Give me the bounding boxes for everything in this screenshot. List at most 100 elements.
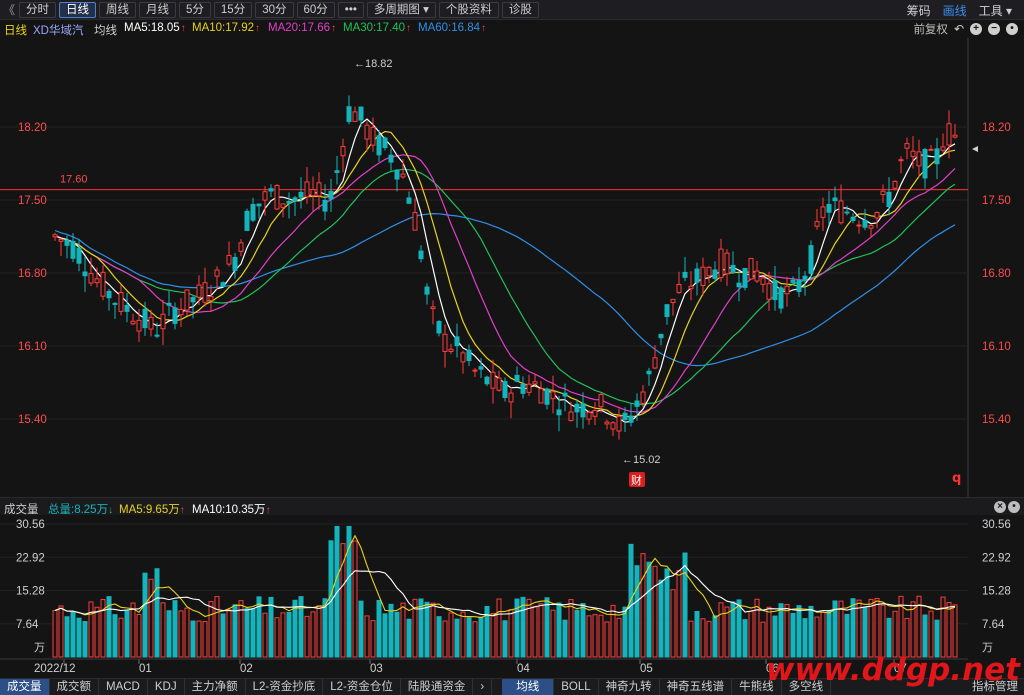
tab-15min[interactable]: 15分 [213, 1, 253, 18]
candle-body [616, 415, 622, 432]
volume-header: 成交量 总量:8.25万↓ MA5:9.65万↑ MA10:10.35万↑ × … [0, 497, 1024, 516]
volume-bar [310, 611, 316, 658]
volume-tick-right: 30.56 [982, 519, 1011, 531]
volume-bar [136, 613, 142, 658]
tab-monthly[interactable]: 月线 [139, 1, 176, 18]
adjust-dropdown[interactable]: 前复权 [913, 21, 948, 37]
volume-bar [634, 565, 640, 658]
volume-bar [316, 605, 322, 658]
candle-body [358, 106, 364, 121]
volume-bar [94, 606, 100, 658]
high-label: ←18.82 [354, 58, 393, 70]
candle-body [772, 280, 778, 301]
candle-body [892, 180, 898, 189]
volume-bar [430, 602, 436, 658]
multi-period-dropdown[interactable]: 多周期图 ▾ [366, 1, 436, 18]
candle-body [886, 191, 892, 208]
volume-bar [592, 614, 598, 658]
tab-ma[interactable]: 均线 [502, 679, 555, 695]
volume-bar [880, 604, 886, 658]
candle-body [850, 216, 856, 221]
volume-bar [58, 605, 64, 658]
candle-body [904, 143, 910, 149]
volume-bar [850, 598, 856, 658]
chips-button[interactable]: 筹码 [907, 2, 931, 19]
tab-boll[interactable]: BOLL [554, 679, 599, 695]
price-tick-left: 18.20 [18, 122, 47, 134]
tab-60min[interactable]: 60分 [296, 1, 335, 18]
stock-profile-button[interactable]: 个股资料 [438, 1, 499, 18]
candle-body [604, 421, 610, 425]
candle-body [646, 370, 652, 375]
zoom-in-icon[interactable]: + [970, 23, 982, 35]
chart-toolbar: 《 分时 日线 周线 月线 5分 15分 30分 60分 ••• 多周期图 ▾ … [0, 0, 1024, 20]
kline-chart[interactable]: 18.20 18.20 17.50 17.50 16.80 16.80 16.10 16.10… [0, 38, 1024, 497]
volume-bar [580, 603, 586, 658]
tab-scroll-right[interactable]: › [473, 679, 493, 695]
volume-bar [610, 604, 616, 658]
tools-dropdown[interactable]: 工具 ▾ [979, 2, 1012, 19]
zoom-out-icon[interactable]: − [988, 23, 1000, 35]
candle-body [736, 282, 742, 288]
volume-bar [88, 601, 94, 658]
more-periods-button[interactable]: ••• [337, 1, 364, 18]
tab-main-net[interactable]: 主力净额 [185, 679, 246, 695]
more-icon[interactable]: • [1006, 23, 1018, 35]
stock-name[interactable]: XD华域汽 [33, 22, 83, 38]
candle-body [460, 352, 466, 363]
volume-bar [574, 609, 580, 658]
candle-body [520, 383, 526, 394]
candle-body [100, 271, 106, 297]
volume-bar [424, 601, 430, 658]
candle-body [796, 279, 802, 292]
candle-body [160, 313, 166, 330]
tab-l2-bottom[interactable]: L2-资金抄底 [246, 679, 324, 695]
tab-turnover[interactable]: 成交额 [50, 679, 99, 695]
undo-icon[interactable]: ↶ [954, 22, 964, 36]
back-icon[interactable]: 《 [2, 1, 16, 18]
settings-icon[interactable]: • [1008, 501, 1020, 513]
tab-fenshi[interactable]: 分时 [19, 1, 56, 18]
candle-body [718, 248, 724, 279]
candle-body [820, 206, 826, 218]
tab-nine-turns[interactable]: 神奇九转 [599, 679, 660, 695]
up-arrow-icon: ↑ [406, 23, 412, 34]
volume-bar [286, 611, 292, 658]
price-tick-right: 15.40 [982, 414, 1011, 426]
volume-bar [706, 620, 712, 658]
candle-body [52, 234, 58, 238]
candle-body [304, 181, 310, 198]
volume-bar [682, 552, 688, 658]
diagnose-button[interactable]: 诊股 [501, 1, 539, 18]
tab-five-lines[interactable]: 神奇五线谱 [660, 679, 733, 695]
close-icon[interactable]: × [994, 501, 1006, 513]
volume-bar [598, 614, 604, 658]
tab-macd[interactable]: MACD [99, 679, 148, 695]
volume-bar [478, 616, 484, 658]
tab-daily[interactable]: 日线 [59, 1, 96, 18]
draw-line-button[interactable]: 画线 [943, 2, 967, 19]
candle-body [838, 200, 844, 224]
candle-body [532, 381, 538, 385]
tab-weekly[interactable]: 周线 [99, 1, 136, 18]
volume-bar [952, 604, 958, 658]
volume-bar [184, 607, 190, 658]
volume-bar [562, 619, 568, 658]
volume-tick-right: 15.28 [982, 586, 1011, 598]
toolbar-right: 筹码 画线 工具 ▾ [907, 0, 1024, 20]
price-tick-left: 17.50 [18, 195, 47, 207]
candle-body [130, 320, 136, 325]
tab-5min[interactable]: 5分 [179, 1, 211, 18]
volume-bar [196, 620, 202, 658]
tab-l2-position[interactable]: L2-资金仓位 [323, 679, 401, 695]
candle-body [250, 203, 256, 221]
up-arrow-icon: ↑ [481, 23, 487, 34]
tab-30min[interactable]: 30分 [255, 1, 294, 18]
volume-bar [448, 612, 454, 658]
volume-bar [202, 621, 208, 658]
tab-volume[interactable]: 成交量 [0, 679, 50, 695]
volume-bar [658, 579, 664, 658]
tab-northbound[interactable]: 陆股通资金 [401, 679, 474, 695]
avg-line-label[interactable]: 均线 [94, 22, 117, 38]
tab-kdj[interactable]: KDJ [148, 679, 185, 695]
